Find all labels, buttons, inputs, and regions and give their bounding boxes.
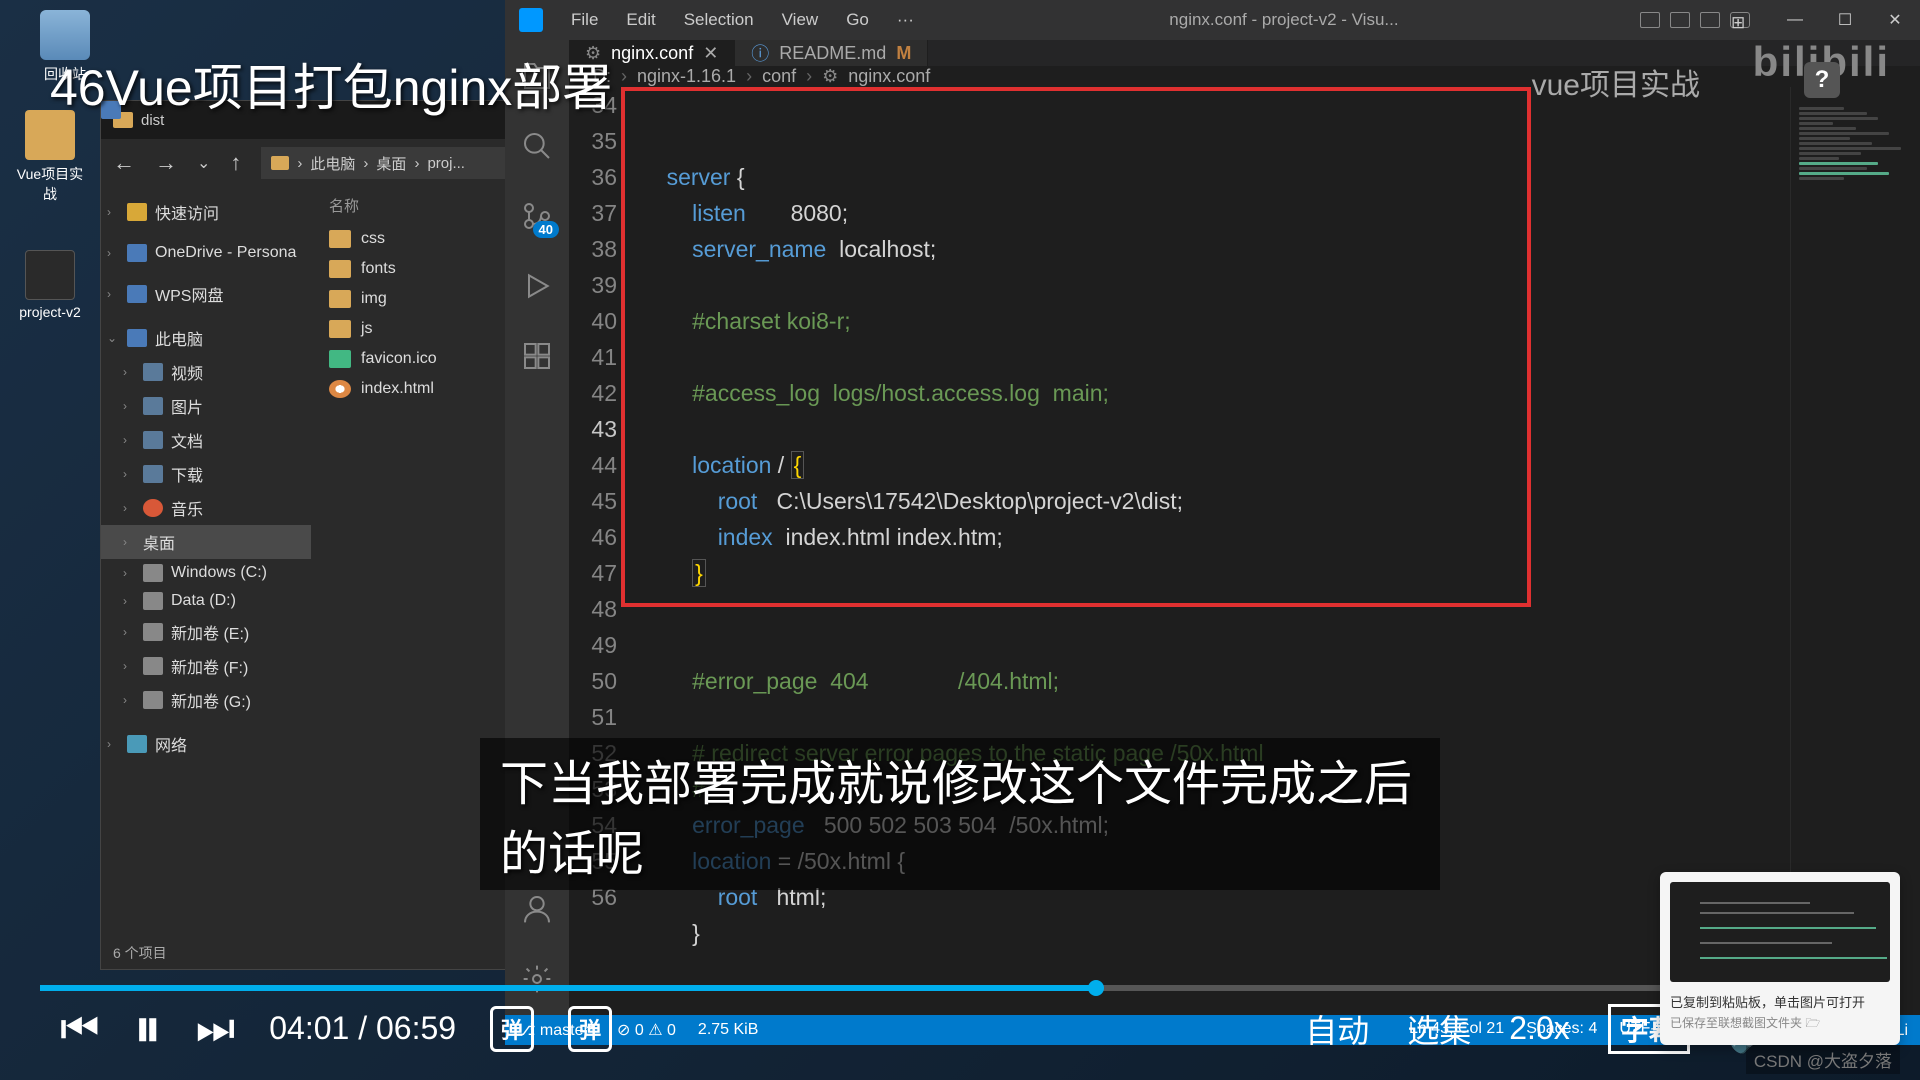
progress-fill — [40, 985, 1096, 991]
menu-go[interactable]: Go — [832, 10, 883, 30]
vscode-titlebar[interactable]: File Edit Selection View Go ··· nginx.co… — [505, 0, 1920, 40]
video-subtitle: 下当我部署完成就说修改这个文件完成之后的话呢 — [480, 738, 1440, 890]
speed-button[interactable]: 2.0x — [1509, 1010, 1569, 1047]
run-debug-icon[interactable] — [519, 268, 555, 304]
nav-pictures[interactable]: ›图片 — [101, 389, 311, 423]
path-segment[interactable]: 此电脑 — [310, 153, 355, 174]
menu-edit[interactable]: Edit — [612, 10, 669, 30]
nav-quick-access[interactable]: ›快速访问 — [101, 195, 311, 229]
file-item-favicon[interactable]: favicon.ico — [319, 344, 511, 374]
menu-selection[interactable]: Selection — [670, 10, 768, 30]
nav-documents[interactable]: ›文档 — [101, 423, 311, 457]
nav-desktop[interactable]: ›桌面 — [101, 525, 311, 559]
pause-button[interactable]: ⏸ — [134, 995, 162, 1062]
path-segment[interactable]: proj... — [427, 155, 465, 172]
editor-tabs: ⚙ nginx.conf ✕ ⓘ README.md M — [569, 40, 1920, 66]
folder-label: project-v2 — [10, 304, 90, 320]
nav-network[interactable]: ›网络 — [101, 727, 311, 761]
csdn-watermark: CSDN @大盗夕落 — [1746, 1045, 1900, 1074]
nav-this-pc[interactable]: ⌄此电脑 — [101, 321, 311, 355]
next-button[interactable]: ⏭ — [196, 1004, 236, 1054]
nav-onedrive[interactable]: ›OneDrive - Persona — [101, 239, 311, 267]
nav-drive-e[interactable]: ›新加卷 (E:) — [101, 615, 311, 649]
breadcrumb[interactable]: D:› nginx-1.16.1› conf› ⚙ nginx.conf — [569, 66, 1920, 87]
file-item-css[interactable]: css — [319, 224, 511, 254]
column-header-name[interactable]: 名称 — [319, 195, 511, 224]
explorer-toolbar: ← → ⌄ ↑ › 此电脑 › 桌面 › proj... — [101, 139, 519, 187]
nav-drive-c[interactable]: ›Windows (C:) — [101, 559, 311, 587]
menu-view[interactable]: View — [768, 10, 833, 30]
nav-drive-f[interactable]: ›新加卷 (F:) — [101, 649, 311, 683]
notification-subtitle: 已保存至联想截图文件夹 🗁 — [1670, 1014, 1890, 1035]
video-controls: ⏮ ⏸ ⏭ 04:01 / 06:59 弹 弹 自动 选集 2.0x 字幕 🔊 … — [0, 985, 1920, 1080]
explorer-nav-pane: ›快速访问 ›OneDrive - Persona ›WPS网盘 ⌄此电脑 ›视… — [101, 187, 311, 937]
recent-dropdown[interactable]: ⌄ — [197, 153, 210, 173]
desktop-folder-project[interactable]: project-v2 — [10, 250, 90, 320]
file-item-fonts[interactable]: fonts — [319, 254, 511, 284]
notification-preview — [1670, 882, 1890, 982]
screenshot-notification[interactable]: ✕ 已复制到粘贴板，单击图片可打开 已保存至联想截图文件夹 🗁 — [1660, 872, 1900, 1045]
up-button[interactable]: ↑ — [230, 150, 241, 176]
minimize-button[interactable]: — — [1770, 0, 1820, 40]
folder-icon — [271, 156, 289, 170]
scm-badge: 40 — [533, 221, 559, 238]
breadcrumb-item[interactable]: nginx-1.16.1 — [637, 66, 736, 87]
nav-wps[interactable]: ›WPS网盘 — [101, 277, 311, 311]
watermark-text: vue项目实战 — [1532, 60, 1700, 104]
video-title-overlay: 46Vue项目打包nginx部署 — [50, 48, 612, 120]
source-control-icon[interactable]: 40 — [519, 198, 555, 234]
notification-title: 已复制到粘贴板，单击图片可打开 — [1670, 992, 1890, 1011]
gear-icon: ⚙ — [822, 66, 838, 87]
tab-label: nginx.conf — [611, 43, 693, 64]
back-button[interactable]: ← — [113, 150, 135, 176]
nav-drive-g[interactable]: ›新加卷 (G:) — [101, 683, 311, 717]
layout-controls[interactable]: ⊞ — [1640, 12, 1750, 28]
quality-button[interactable]: 自动 — [1305, 1006, 1369, 1052]
address-bar[interactable]: › 此电脑 › 桌面 › proj... — [261, 147, 507, 179]
danmaku-settings[interactable]: 弹 — [568, 1006, 612, 1052]
modified-indicator: M — [896, 43, 911, 64]
desktop-folder-vue[interactable]: Vue项目实战 — [10, 110, 90, 204]
vscode-icon — [519, 8, 543, 32]
progress-bar[interactable] — [40, 985, 1880, 991]
forward-button[interactable]: → — [155, 150, 177, 176]
help-icon[interactable]: ? — [1804, 62, 1840, 98]
explorer-statusbar: 6 个项目 — [101, 937, 519, 969]
danmaku-toggle[interactable]: 弹 — [490, 1006, 534, 1052]
time-display: 04:01 / 06:59 — [269, 1010, 456, 1047]
info-icon: ⓘ — [751, 40, 769, 66]
nav-drive-d[interactable]: ›Data (D:) — [101, 587, 311, 615]
file-item-index[interactable]: index.html — [319, 374, 511, 404]
breadcrumb-item[interactable]: conf — [762, 66, 796, 87]
prev-button[interactable]: ⏮ — [60, 1004, 100, 1054]
close-button[interactable]: ✕ — [1870, 0, 1920, 40]
nav-music[interactable]: ›音乐 — [101, 491, 311, 525]
nav-downloads[interactable]: ›下载 — [101, 457, 311, 491]
search-icon[interactable] — [519, 128, 555, 164]
menu-file[interactable]: File — [557, 10, 612, 30]
folder-label: Vue项目实战 — [10, 164, 90, 204]
nav-videos[interactable]: ›视频 — [101, 355, 311, 389]
close-icon[interactable]: ✕ — [703, 43, 718, 64]
file-item-img[interactable]: img — [319, 284, 511, 314]
tab-readme[interactable]: ⓘ README.md M — [735, 40, 928, 66]
file-explorer-window: dist ← → ⌄ ↑ › 此电脑 › 桌面 › proj... ›快速访问 … — [100, 100, 520, 970]
account-icon[interactable] — [519, 891, 555, 927]
breadcrumb-item[interactable]: nginx.conf — [848, 66, 930, 87]
file-item-js[interactable]: js — [319, 314, 511, 344]
path-segment[interactable]: 桌面 — [376, 153, 406, 174]
extensions-icon[interactable] — [519, 338, 555, 374]
maximize-button[interactable]: ☐ — [1820, 0, 1870, 40]
tab-label: README.md — [779, 43, 886, 64]
playlist-button[interactable]: 选集 — [1407, 1006, 1471, 1052]
menu-more[interactable]: ··· — [883, 10, 928, 30]
window-title: nginx.conf - project-v2 - Visu... — [928, 10, 1640, 30]
